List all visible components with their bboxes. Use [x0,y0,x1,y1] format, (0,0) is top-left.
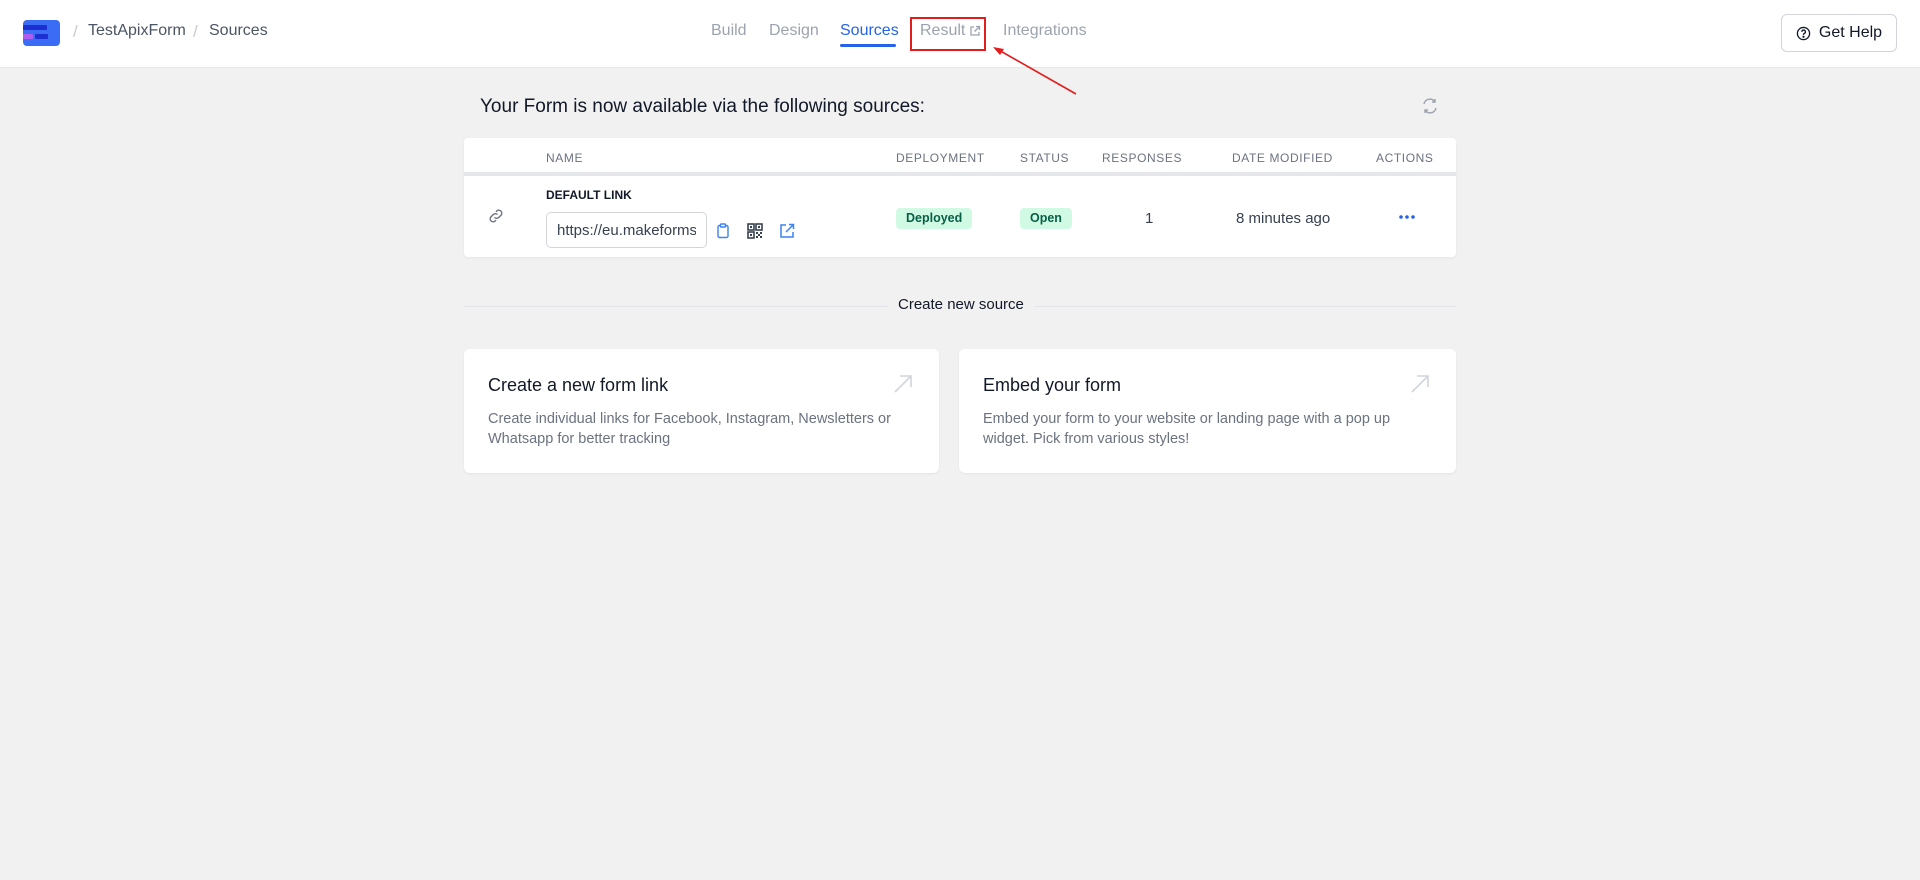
breadcrumb-separator: / [73,22,78,41]
date-modified: 8 minutes ago [1236,210,1331,227]
source-url-field[interactable] [546,212,707,248]
tab-sources[interactable]: Sources [840,22,899,40]
card-description-line: Embed your form to your website or landi… [983,411,1391,427]
embed-form-card[interactable]: Embed your form Embed your form to your … [959,349,1456,473]
top-bar: / TestApixForm / Sources Build Design So… [0,0,1920,68]
tab-design[interactable]: Design [769,22,819,40]
card-description-line: Create individual links for Facebook, In… [488,411,891,427]
column-header-name: NAME [546,151,584,165]
card-description-line: widget. Pick from various styles! [983,431,1190,447]
tab-build[interactable]: Build [711,22,747,40]
card-description-line: Whatsapp for better tracking [488,431,671,447]
sources-heading: Your Form is now available via the follo… [480,96,925,117]
card-title: Embed your form [983,375,1122,395]
card-title: Create a new form link [488,375,669,395]
arrow-up-right-icon [1411,375,1429,393]
source-label: DEFAULT LINK [546,188,632,202]
column-header-responses: RESPONSES [1102,151,1183,165]
card-description: Embed your form to your website or landi… [983,409,1390,449]
annotation-arrow-icon [993,47,1077,95]
create-form-link-card[interactable]: Create a new form link Create individual… [464,349,939,473]
app-logo-icon[interactable] [23,20,60,46]
qr-code-icon[interactable] [746,222,764,240]
status-badge: Open [1020,208,1072,229]
arrow-up-right-icon [894,375,912,393]
result-highlight-box [910,17,986,51]
card-description: Create individual links for Facebook, In… [488,409,891,449]
table-header: NAME DEPLOYMENT STATUS RESPONSES DATE MO… [464,138,1456,176]
get-help-label: Get Help [1818,24,1883,41]
open-external-icon[interactable] [778,222,796,240]
create-new-source-label: Create new source [888,296,1034,313]
responses-count: 1 [1145,210,1154,227]
refresh-icon[interactable] [1420,96,1440,116]
column-header-status: STATUS [1020,151,1070,165]
more-actions-icon[interactable] [1397,209,1417,225]
deployment-badge: Deployed [896,208,973,229]
clipboard-icon[interactable] [714,222,732,240]
breadcrumb-page: Sources [209,22,268,39]
sources-table: NAME DEPLOYMENT STATUS RESPONSES DATE MO… [464,138,1456,257]
get-help-button[interactable]: Get Help [1781,14,1897,52]
column-header-deployment: DEPLOYMENT [896,151,985,165]
column-header-date-modified: DATE MODIFIED [1232,151,1333,165]
column-header-actions: ACTIONS [1376,151,1434,165]
breadcrumb-project[interactable]: TestApixForm [88,22,186,40]
tab-integrations[interactable]: Integrations [1003,22,1087,40]
help-circle-icon [1796,26,1811,40]
active-tab-indicator [840,44,896,47]
breadcrumb-separator: / [193,22,198,41]
link-icon [489,209,503,223]
